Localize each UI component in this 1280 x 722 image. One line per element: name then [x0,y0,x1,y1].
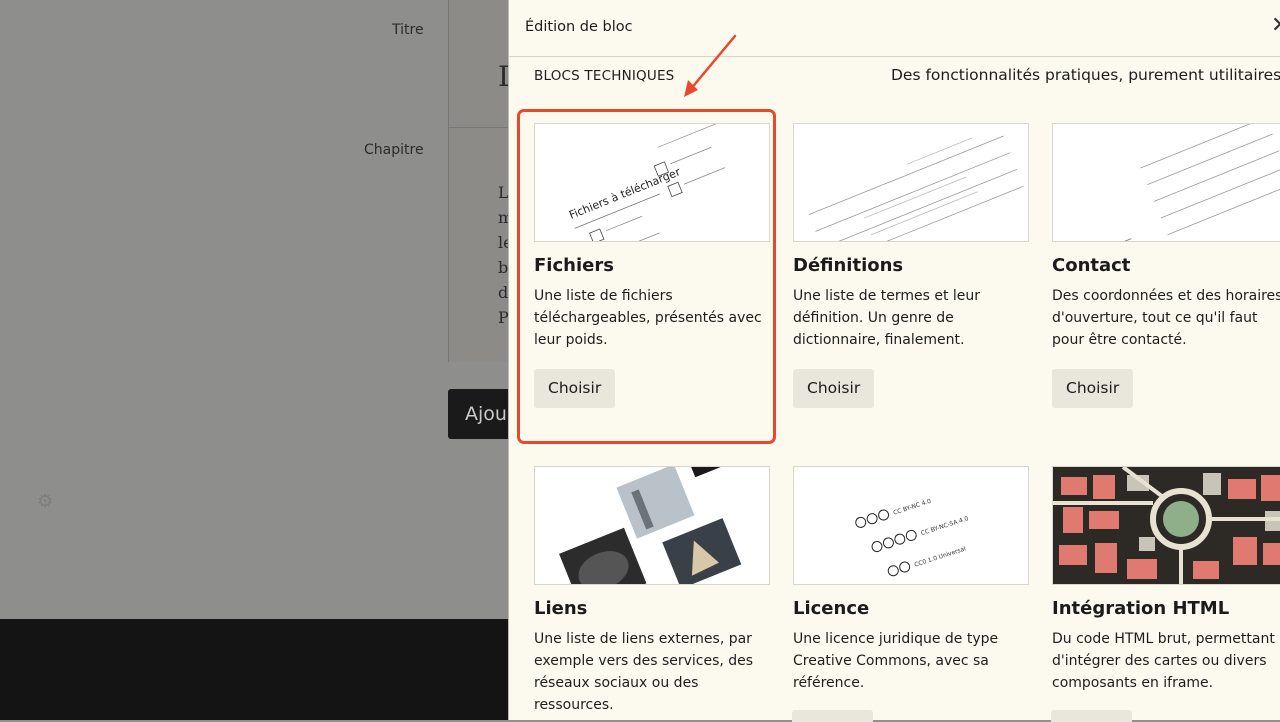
integration-html-thumbnail [1052,466,1280,585]
choose-button-fichiers[interactable]: Choisir [534,369,616,408]
drawer-title: Édition de bloc [525,19,633,35]
block-card-definitions[interactable]: Définitions Une liste de termes et leur … [793,123,1029,423]
card-title: Liens [534,598,588,619]
choose-button-contact[interactable]: Choisir [1052,369,1134,408]
definitions-thumbnail [793,123,1029,242]
card-description: Une liste de termes et leur définition. … [793,288,981,348]
block-card-liens[interactable]: Liens Une liste de liens externes, par e… [534,466,770,720]
card-title: Licence [793,598,870,619]
section-description: Des fonctionnalités pratiques, purement … [891,66,1280,84]
choose-button-licence[interactable] [792,710,873,722]
card-title: Fichiers [534,255,614,276]
card-title: Définitions [793,255,904,276]
card-description: Une licence juridique de type Creative C… [793,631,999,691]
card-description: Une liste de liens externes, par exemple… [534,631,754,713]
block-card-fichiers[interactable]: Fichiers à télécharger Fichiers Une list… [534,123,770,423]
liens-thumbnail [534,466,770,585]
drawer-header: Édition de bloc ✕ [509,0,1280,57]
card-description: Des coordonnées et des horaires d'ouvert… [1052,288,1280,348]
card-title: Contact [1052,255,1131,276]
block-card-integration-html[interactable]: Intégration HTML Du code HTML brut, perm… [1052,466,1280,720]
card-description: Du code HTML brut, permettant d'intégrer… [1052,631,1275,691]
section-label: BLOCS TECHNIQUES [534,68,675,84]
card-description: Une liste de fichiers téléchargeables, p… [534,288,762,348]
chapter-field-label: Chapitre [364,142,424,158]
block-edit-drawer: Édition de bloc ✕ BLOCS TECHNIQUES Des f… [508,0,1280,720]
svg-text:CC BY-NC 4.0: CC BY-NC 4.0 [892,498,932,517]
svg-text:CC BY-NC-SA 4.0: CC BY-NC-SA 4.0 [920,515,969,537]
block-card-licence[interactable]: CC BY-NC 4.0 CC BY-NC-SA 4.0 CC0 1.0 Uni… [793,466,1029,720]
licence-thumbnail: CC BY-NC 4.0 CC BY-NC-SA 4.0 CC0 1.0 Uni… [793,466,1029,585]
close-icon[interactable]: ✕ [1271,14,1280,38]
contact-thumbnail [1052,123,1280,242]
title-field-label: Titre [392,22,424,38]
fichiers-thumbnail: Fichiers à télécharger [534,123,770,242]
svg-text:CC0 1.0 Universal: CC0 1.0 Universal [914,545,967,568]
card-title: Intégration HTML [1052,598,1230,619]
gear-icon[interactable]: ⚙ [37,491,53,512]
choose-button-integration-html[interactable] [1051,710,1132,722]
block-card-contact[interactable]: Contact Des coordonnées et des horaires … [1052,123,1280,423]
choose-button-definitions[interactable]: Choisir [793,369,875,408]
